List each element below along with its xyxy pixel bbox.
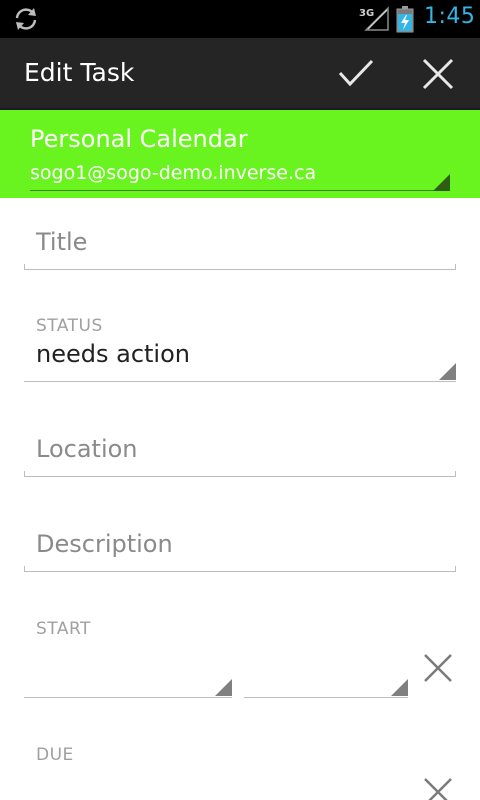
calendar-account: sogo1@sogo-demo.inverse.ca bbox=[30, 162, 317, 184]
close-icon bbox=[424, 654, 452, 682]
calendar-selector[interactable]: Personal Calendar sogo1@sogo-demo.invers… bbox=[0, 110, 480, 198]
status-clock: 1:45 bbox=[424, 4, 476, 29]
start-time-spinner[interactable] bbox=[244, 654, 408, 698]
dropdown-arrow-icon bbox=[391, 679, 408, 696]
dropdown-arrow-icon bbox=[215, 679, 232, 696]
start-date-spinner[interactable] bbox=[24, 654, 232, 698]
status-spinner[interactable]: needs action bbox=[24, 338, 456, 382]
title-placeholder: Title bbox=[36, 228, 88, 256]
cancel-button[interactable] bbox=[410, 38, 466, 110]
status-label: STATUS bbox=[36, 316, 103, 336]
clear-start-button[interactable] bbox=[418, 648, 458, 688]
description-placeholder: Description bbox=[36, 530, 173, 558]
signal-icon: 3G bbox=[359, 6, 389, 31]
location-input[interactable]: Location bbox=[24, 427, 456, 477]
action-bar: Edit Task bbox=[0, 38, 480, 110]
status-value: needs action bbox=[36, 340, 190, 368]
start-label: START bbox=[36, 619, 91, 639]
checkmark-icon bbox=[338, 59, 374, 87]
dropdown-arrow-icon bbox=[433, 174, 450, 191]
close-icon bbox=[422, 58, 454, 90]
battery-charging-icon bbox=[396, 6, 414, 33]
done-button[interactable] bbox=[328, 38, 384, 110]
close-icon bbox=[424, 778, 452, 800]
calendar-name: Personal Calendar bbox=[30, 125, 248, 153]
page-title: Edit Task bbox=[24, 58, 135, 87]
status-bar: 3G 1:45 bbox=[0, 0, 480, 38]
description-input[interactable]: Description bbox=[24, 522, 456, 572]
clear-due-button[interactable] bbox=[418, 772, 458, 800]
location-placeholder: Location bbox=[36, 435, 138, 463]
due-label: DUE bbox=[36, 745, 74, 765]
network-type-label: 3G bbox=[359, 8, 374, 19]
calendar-underline bbox=[30, 190, 450, 191]
sync-icon bbox=[15, 8, 37, 30]
dropdown-arrow-icon bbox=[439, 363, 456, 380]
title-input[interactable]: Title bbox=[24, 220, 456, 270]
